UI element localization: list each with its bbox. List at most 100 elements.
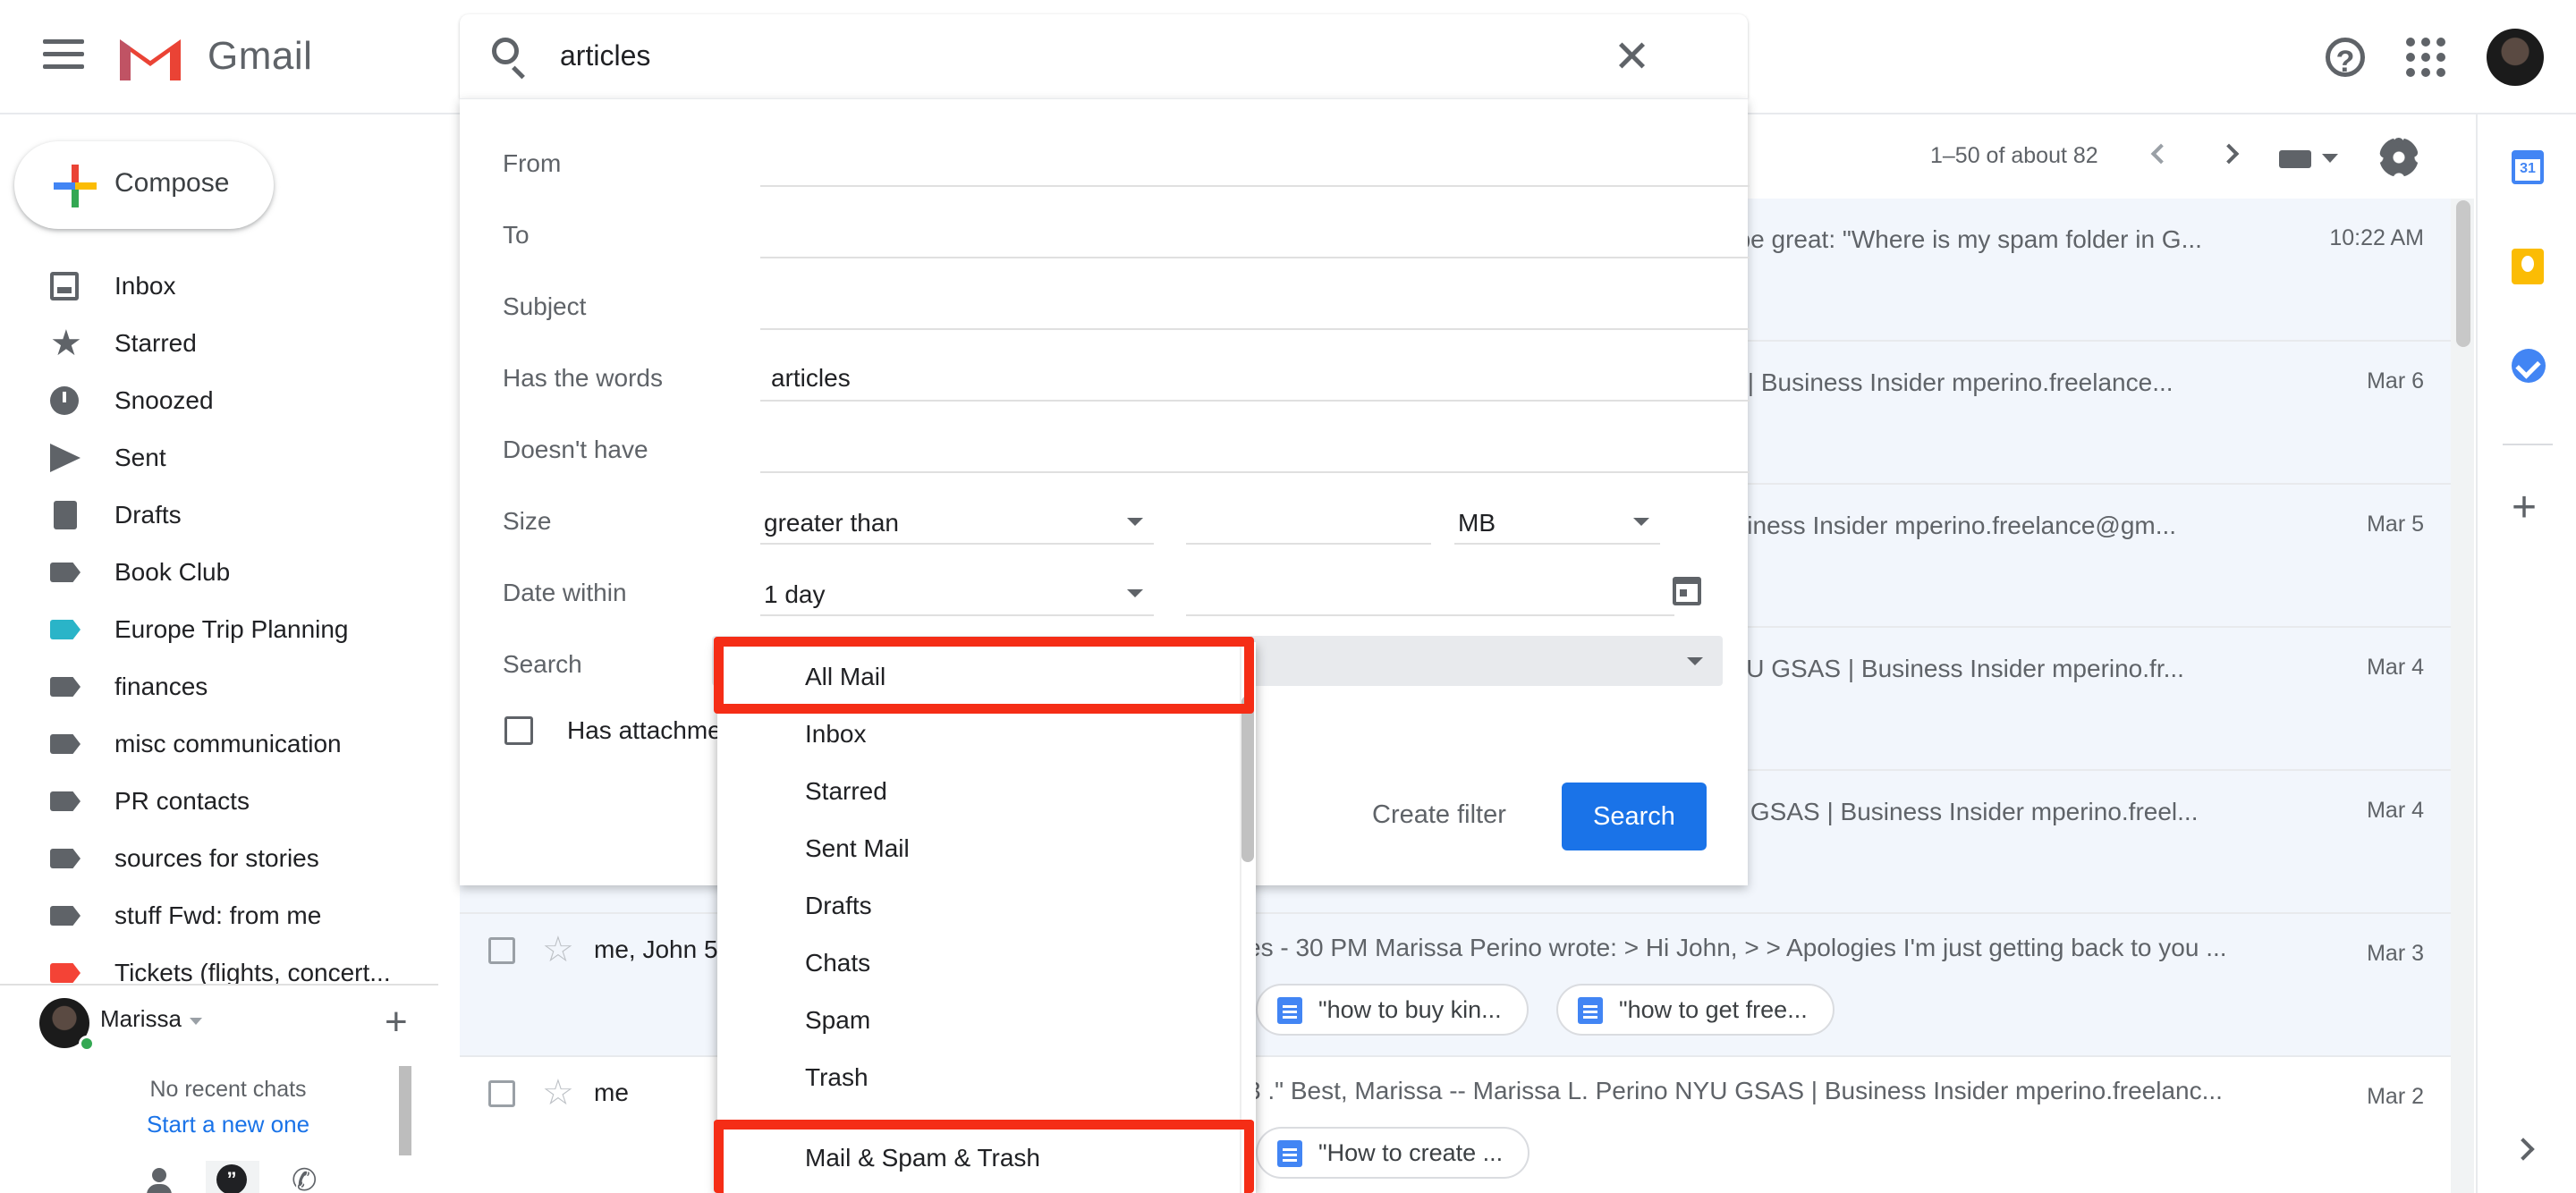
phone-tab[interactable]: ✆ (277, 1161, 331, 1193)
from-field[interactable] (760, 185, 1750, 187)
expand-panel-chevron-icon[interactable] (2512, 1138, 2535, 1161)
date-within-value: 1 day (764, 580, 826, 608)
main-menu-icon[interactable] (43, 39, 84, 75)
star-icon: ★ (50, 324, 82, 363)
input-tools-caret-icon[interactable] (2322, 154, 2338, 163)
attachment-chip[interactable]: "how to buy kin... (1256, 984, 1529, 1036)
search-scope-label: Search (503, 650, 582, 678)
date-row: Date within 1 day (503, 564, 1750, 618)
size-unit-select[interactable]: MB (1454, 493, 1660, 546)
account-avatar[interactable] (2487, 29, 2544, 86)
gmail-logo[interactable] (116, 30, 184, 82)
older-chevron-icon[interactable] (2218, 143, 2240, 165)
calendar-icon[interactable]: 31 (2512, 150, 2544, 184)
subject-field[interactable] (760, 328, 1750, 330)
date-field[interactable] (1186, 564, 1674, 618)
option-sent-mail[interactable]: Sent Mail (717, 821, 1240, 876)
star-icon[interactable]: ☆ (542, 932, 574, 968)
star-icon[interactable]: ☆ (542, 1075, 574, 1111)
tasks-icon[interactable] (2512, 349, 2546, 383)
sidebar-item-label: Sent (114, 444, 166, 471)
option-drafts[interactable]: Drafts (717, 878, 1240, 934)
attachment-chip[interactable]: "how to get free... (1556, 984, 1835, 1036)
email-date: Mar 4 (2367, 798, 2424, 823)
search-scope-dropdown: All Mail Inbox Starred Sent Mail Drafts … (717, 642, 1256, 1193)
sidebar-item-misc-communication[interactable]: misc communication (0, 715, 438, 773)
option-trash[interactable]: Trash (717, 1050, 1240, 1105)
sidebar-item-sources-for-stories[interactable]: sources for stories (0, 830, 438, 887)
email-snippet: ld be great: "Where is my spam folder in… (1710, 225, 2202, 253)
size-operator-select[interactable]: greater than (760, 493, 1154, 546)
newer-chevron-icon[interactable] (2150, 143, 2172, 165)
has-words-field[interactable]: articles (771, 364, 851, 393)
sidebar-item-pr-contacts[interactable]: PR contacts (0, 773, 438, 830)
row-checkbox[interactable] (488, 1080, 515, 1107)
email-date: 10:22 AM (2329, 225, 2424, 250)
search-bar[interactable]: articles (460, 14, 1748, 98)
sidebar-item-stuff-fwd[interactable]: stuff Fwd: from me (0, 887, 438, 944)
chat-user-name[interactable]: Marissa (100, 1005, 182, 1033)
label-icon (50, 620, 80, 639)
sidebar-item-label: finances (114, 673, 208, 700)
chevron-down-icon[interactable] (190, 1018, 202, 1025)
has-attachment-label: Has attachment (567, 716, 737, 744)
contacts-tab[interactable] (134, 1161, 188, 1193)
sidebar-item-europe-trip-planning[interactable]: Europe Trip Planning (0, 601, 438, 658)
start-new-chat-link[interactable]: Start a new one (45, 1111, 411, 1138)
keyboard-icon[interactable] (2279, 150, 2311, 168)
doesnt-have-field[interactable] (760, 471, 1750, 473)
attachment-name: "how to get free... (1619, 996, 1808, 1023)
calendar-picker-icon[interactable] (1673, 577, 1701, 605)
sidebar-item-label: Snoozed (114, 386, 214, 414)
compose-button[interactable]: Compose (14, 141, 274, 229)
chevron-down-icon (1127, 518, 1143, 526)
option-chats[interactable]: Chats (717, 935, 1240, 991)
attachment-chip[interactable]: "How to create ... (1256, 1127, 1530, 1179)
sidebar-item-starred[interactable]: ★ Starred (0, 315, 438, 372)
sidebar-item-label: sources for stories (114, 844, 319, 872)
option-inbox[interactable]: Inbox (717, 706, 1240, 762)
sidebar-item-sent[interactable]: Sent (0, 429, 438, 487)
create-filter-button[interactable]: Create filter (1372, 800, 1506, 830)
to-field[interactable] (760, 257, 1750, 258)
close-icon[interactable] (1614, 38, 1649, 73)
search-icon[interactable] (492, 38, 519, 64)
size-label: Size (503, 507, 552, 535)
new-chat-plus-icon[interactable]: + (385, 1000, 408, 1045)
date-within-select[interactable]: 1 day (760, 564, 1154, 618)
list-scrollbar-thumb[interactable] (2456, 200, 2470, 347)
sidebar-item-book-club[interactable]: Book Club (0, 544, 438, 601)
search-input[interactable]: articles (560, 39, 650, 72)
inbox-icon (50, 272, 79, 300)
has-attachment-checkbox[interactable] (504, 716, 533, 745)
help-icon[interactable]: ? (2326, 38, 2365, 79)
gear-icon[interactable] (2379, 138, 2419, 177)
sidebar-item-finances[interactable]: finances (0, 658, 438, 715)
hangouts-tab[interactable]: ” (206, 1161, 259, 1193)
label-icon (50, 677, 80, 697)
dropdown-scrollbar[interactable] (1240, 642, 1256, 1193)
clock-icon (50, 386, 79, 415)
sidebar-item-inbox[interactable]: Inbox (0, 258, 438, 315)
list-scrollbar[interactable] (2451, 199, 2474, 1193)
add-addon-plus-icon[interactable]: + (2512, 487, 2537, 529)
size-value-field[interactable] (1186, 493, 1431, 546)
pagination-text: 1–50 of about 82 (1930, 143, 2098, 168)
sidebar-item-snoozed[interactable]: Snoozed (0, 372, 438, 429)
email-date: Mar 2 (2367, 1084, 2424, 1109)
person-icon (152, 1168, 166, 1182)
google-apps-icon[interactable] (2406, 38, 2445, 77)
sidebar-item-label: Drafts (114, 501, 182, 529)
sidebar-item-drafts[interactable]: Drafts (0, 487, 438, 544)
email-snippet: | Business Insider mperino.freelance@gm.… (1690, 512, 2177, 539)
compose-label: Compose (114, 168, 230, 198)
no-chats-text: No recent chats (149, 1077, 307, 1102)
search-button[interactable]: Search (1562, 783, 1707, 850)
doc-icon (1277, 997, 1302, 1024)
label-icon (50, 734, 80, 754)
keep-icon[interactable] (2512, 249, 2544, 284)
option-spam[interactable]: Spam (717, 993, 1240, 1048)
row-checkbox[interactable] (488, 937, 515, 964)
label-icon (50, 906, 80, 926)
option-starred[interactable]: Starred (717, 764, 1240, 819)
